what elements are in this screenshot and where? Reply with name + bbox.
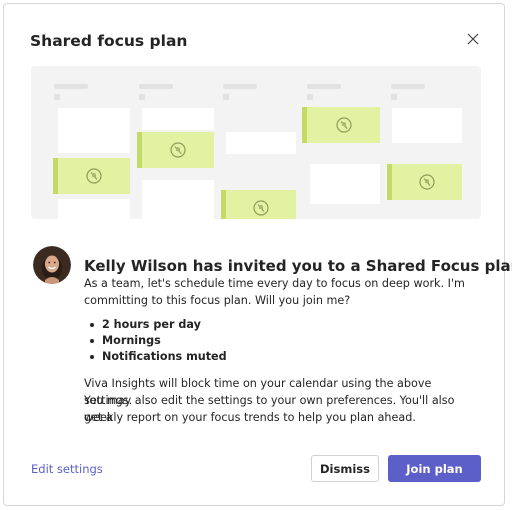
join-plan-button[interactable]: Join plan bbox=[388, 455, 481, 482]
calendar-header-dot bbox=[139, 94, 145, 100]
user-avatar-icon bbox=[33, 246, 71, 284]
calendar-header-dot bbox=[391, 94, 397, 100]
calendar-slot bbox=[310, 164, 380, 204]
list-item: Notifications muted bbox=[84, 349, 227, 365]
calendar-slot bbox=[142, 108, 214, 130]
invite-heading: Kelly Wilson has invited you to a Shared… bbox=[84, 257, 512, 275]
calendar-slot bbox=[142, 180, 214, 219]
focus-calendar-illustration bbox=[31, 66, 481, 219]
calendar-header-bar bbox=[391, 84, 425, 89]
do-not-disturb-icon bbox=[335, 117, 352, 133]
do-not-disturb-icon bbox=[253, 200, 269, 216]
focus-time-block bbox=[302, 107, 380, 143]
focus-time-block bbox=[53, 158, 130, 194]
calendar-header-bar bbox=[223, 84, 257, 89]
calendar-header-bar bbox=[54, 84, 88, 89]
info-note-line: weekly report on your focus trends to he… bbox=[84, 411, 416, 424]
calendar-header-dot bbox=[307, 94, 313, 100]
invite-message-line: As a team, let's schedule time every day… bbox=[84, 277, 465, 290]
calendar-header-bar bbox=[307, 84, 341, 89]
invite-message-line: committing to this focus plan. Will you … bbox=[84, 294, 351, 307]
focus-time-block bbox=[387, 164, 462, 200]
focus-time-block bbox=[137, 132, 214, 168]
calendar-header-dot bbox=[54, 94, 60, 100]
do-not-disturb-icon bbox=[419, 174, 435, 190]
avatar bbox=[33, 246, 71, 284]
calendar-slot bbox=[226, 132, 296, 154]
dialog-title: Shared focus plan bbox=[30, 32, 188, 50]
do-not-disturb-icon bbox=[170, 142, 186, 158]
list-item: 2 hours per day bbox=[84, 317, 227, 333]
calendar-header-dot bbox=[223, 94, 229, 100]
calendar-slot bbox=[392, 108, 462, 143]
calendar-slot bbox=[58, 199, 130, 219]
plan-settings-list: 2 hours per day Mornings Notifications m… bbox=[84, 317, 227, 365]
do-not-disturb-icon bbox=[86, 168, 102, 184]
focus-time-block bbox=[221, 190, 296, 219]
list-item: Mornings bbox=[84, 333, 227, 349]
edit-settings-link[interactable]: Edit settings bbox=[31, 462, 103, 476]
shared-focus-plan-dialog: Shared focus plan Kelly Wilson has invit… bbox=[3, 3, 512, 506]
dismiss-button[interactable]: Dismiss bbox=[311, 455, 379, 482]
calendar-slot bbox=[58, 108, 130, 153]
calendar-header-bar bbox=[139, 84, 173, 89]
close-icon bbox=[467, 33, 479, 45]
close-button[interactable] bbox=[464, 30, 482, 48]
